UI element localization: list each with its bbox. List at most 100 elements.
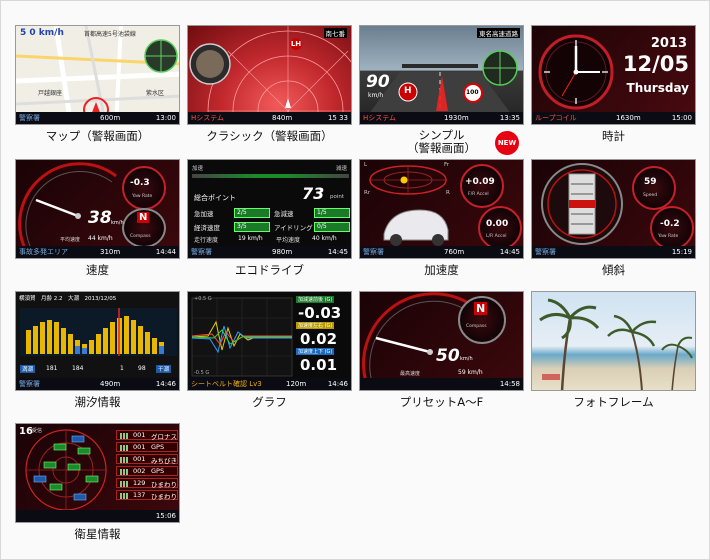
average-speed-value: 44 km/h bbox=[88, 235, 113, 242]
screen-caption: グラフ bbox=[252, 395, 287, 409]
average-speed-value: 40 km/h bbox=[312, 235, 337, 242]
status-clock: 15:19 bbox=[671, 248, 692, 256]
fr-accel-label: F/R Accel bbox=[468, 192, 489, 197]
status-bar: 事故多発エリア 310m 14:44 bbox=[16, 246, 179, 258]
eco-metric-label: 急加速 bbox=[194, 210, 214, 218]
yaw-rate-value: -0.3 bbox=[130, 178, 150, 188]
max-speed-label: 最高速度 bbox=[400, 371, 421, 377]
eco-score-row: 経済速度 3/5 アイドリング 0/5 bbox=[192, 222, 350, 233]
speed-unit: km/h bbox=[368, 92, 384, 99]
tilt-screen-thumbnail[interactable]: 59 Speed -0.2 Yaw Rate 警察署 15:19 bbox=[531, 159, 696, 259]
status-clock: 14:45 bbox=[327, 248, 348, 256]
new-badge: NEW bbox=[495, 131, 519, 155]
satellite-id: 001 bbox=[133, 443, 146, 451]
max-speed-value: 59 km/h bbox=[458, 369, 483, 376]
low-tide-value-1: 1 bbox=[120, 365, 124, 372]
screen-caption: マップ（警報画面） bbox=[45, 129, 150, 143]
status-distance: 1630m bbox=[616, 114, 641, 122]
clock-weekday: Thursday bbox=[626, 81, 689, 95]
status-bar: 警察署 600m 13:00 bbox=[16, 112, 179, 124]
satellite-row: 001 みちびき bbox=[116, 454, 178, 465]
compass-label: Compass bbox=[130, 234, 151, 239]
status-alert-text: 事故多発エリア bbox=[19, 248, 68, 256]
satellite-system: ひまわり bbox=[151, 481, 177, 489]
average-speed-label: 平均速度 bbox=[276, 237, 301, 244]
eco-metric-label: 急減速 bbox=[274, 210, 294, 218]
eco-balance-bar bbox=[192, 174, 349, 178]
speed-screen-thumbnail[interactable]: -0.3 Yaw Rate N Compass 38 km/h 平均速度 44 … bbox=[15, 159, 180, 259]
satellite-id: 002 bbox=[133, 467, 146, 475]
longitudinal-g-label: 加減速前後 (G) bbox=[296, 296, 335, 303]
screen-caption: 加速度 bbox=[424, 263, 459, 277]
status-clock: 14:46 bbox=[155, 380, 176, 388]
high-tide-label: 満潮 bbox=[20, 365, 36, 373]
average-speed-label: 平均速度 bbox=[60, 237, 81, 243]
eco-drive-screen-thumbnail[interactable]: 加速 減速 総合ポイント 73 point 急加速 2/5 急減速 1/5 経済… bbox=[187, 159, 352, 259]
status-bar: 警察署 760m 14:45 bbox=[360, 246, 523, 258]
satellite-count: 16 bbox=[19, 426, 33, 437]
status-distance: 310m bbox=[100, 248, 121, 256]
status-distance: 490m bbox=[100, 380, 121, 388]
classic-screen-thumbnail[interactable]: LH 南七番 Hシステム 840m 15 33 bbox=[187, 25, 352, 125]
satellite-system: みちびき bbox=[151, 457, 177, 465]
graph-scale-bottom: -0.5 G bbox=[194, 370, 210, 376]
status-alert-text: 警察署 bbox=[19, 380, 40, 388]
satellite-row: 137 ひまわり bbox=[116, 490, 178, 501]
screen-caption: 潮汐情報 bbox=[74, 395, 121, 409]
eco-metric-label: アイドリング bbox=[274, 224, 313, 232]
satellite-row: 001 グロナス bbox=[116, 430, 178, 441]
screen-caption: フォトフレーム bbox=[573, 395, 654, 409]
status-clock: 13:00 bbox=[155, 114, 176, 122]
status-distance: 1930m bbox=[444, 114, 469, 122]
fr-accel-value: +0.09 bbox=[465, 177, 495, 187]
status-alert-text: 警察署 bbox=[19, 114, 40, 122]
map-screen-thumbnail[interactable]: 5 0 km/h 首都高速5号池袋線 戸越銀座 紫水区 警察署 600m 13:… bbox=[15, 25, 180, 125]
status-distance: 980m bbox=[272, 248, 293, 256]
simple-screen-thumbnail[interactable]: H 100 東名高速道路 90 km/h Hシステム 1930m 13:35 bbox=[359, 25, 524, 125]
lr-accel-value: 0.00 bbox=[486, 219, 509, 229]
vertical-g-value: 0.01 bbox=[300, 356, 338, 374]
status-clock: 15:06 bbox=[155, 512, 176, 520]
yaw-rate-gauge bbox=[122, 166, 166, 210]
compass-direction: N bbox=[137, 212, 150, 223]
satellite-system: GPS bbox=[151, 443, 165, 451]
clock-screen-thumbnail[interactable]: 2013 12/05 Thursday ループコイル 1630m 15:00 bbox=[531, 25, 696, 125]
eco-metric-score: 1/5 bbox=[314, 208, 350, 218]
accel-label: 加速 bbox=[192, 166, 204, 172]
screen-caption: プリセットA〜F bbox=[399, 395, 484, 409]
speed-gauge bbox=[632, 166, 676, 210]
status-bar: 15:06 bbox=[16, 510, 179, 522]
status-bar: 警察署 490m 14:46 bbox=[16, 378, 179, 390]
satellite-row: 001 GPS bbox=[116, 442, 178, 452]
acceleration-screen-thumbnail[interactable]: L Fr Rr R +0.09 F/R Accel 0.00 L/R Accel… bbox=[359, 159, 524, 259]
status-alert-text: Hシステム bbox=[363, 114, 397, 122]
preset-screen-thumbnail[interactable]: N Compass 50 km/h 最高速度 59 km/h 14:58 bbox=[359, 291, 524, 391]
status-alert-text: 警察署 bbox=[363, 248, 384, 256]
longitudinal-g-value: -0.03 bbox=[298, 304, 342, 322]
graph-screen-thumbnail[interactable]: +0.5 G -0.5 G 加減速前後 (G) -0.03 加速度左右 (G) … bbox=[187, 291, 352, 391]
road-name-label: 東名高速道路 bbox=[477, 28, 520, 38]
vertical-g-label: 加速度上下 (G) bbox=[296, 348, 335, 355]
graph-scale-top: +0.5 G bbox=[194, 296, 212, 302]
axis-label-left: L bbox=[364, 162, 368, 168]
map-area-label: 紫水区 bbox=[146, 90, 165, 97]
tide-screen-thumbnail[interactable]: 横須賀 月齢 2.2 大潮 2013/12/05 満潮 181 184 干潮 1… bbox=[15, 291, 180, 391]
eco-metric-label: 経済速度 bbox=[194, 224, 220, 232]
yaw-rate-label: Yaw Rate bbox=[132, 194, 153, 199]
status-alert-text: Hシステム bbox=[191, 114, 225, 122]
photo-frame-screen-thumbnail[interactable] bbox=[531, 291, 696, 391]
speed-label: Speed bbox=[643, 193, 658, 198]
status-distance: 760m bbox=[444, 248, 465, 256]
points-unit: point bbox=[330, 194, 345, 200]
speed-value: 59 bbox=[644, 177, 657, 187]
status-bar: 14:58 bbox=[360, 378, 523, 390]
satellite-id: 129 bbox=[133, 479, 146, 487]
screen-gallery: 5 0 km/h 首都高速5号池袋線 戸越銀座 紫水区 警察署 600m 13:… bbox=[0, 0, 710, 560]
satellite-count-label: 受信 bbox=[32, 428, 43, 434]
total-points-label: 総合ポイント bbox=[194, 194, 236, 202]
h-system-icon: H bbox=[404, 86, 412, 96]
satellite-screen-thumbnail[interactable]: 16 受信 001 グロナス 001 GPS 001 みちびき 002 GPS 129 ひ… bbox=[15, 423, 180, 523]
speed-unit: km/h bbox=[460, 356, 473, 362]
eco-score-row: 急加速 2/5 急減速 1/5 bbox=[192, 208, 350, 219]
yaw-rate-label: Yaw Rate bbox=[658, 234, 679, 239]
